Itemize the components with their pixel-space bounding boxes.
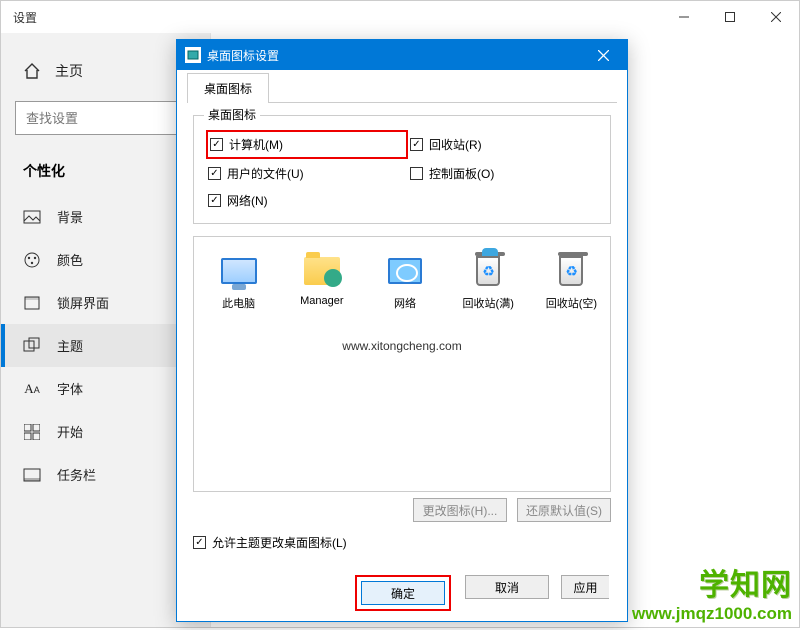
branding-name: 学知网: [632, 560, 792, 604]
checkbox-label: 控制面板(O): [429, 165, 494, 182]
sidebar-item-label: 颜色: [57, 250, 83, 269]
dialog-titlebar[interactable]: 桌面图标设置: [177, 40, 627, 70]
themes-icon: [23, 337, 41, 355]
taskbar-icon: [23, 466, 41, 484]
change-icon-button[interactable]: 更改图标(H)...: [413, 498, 507, 522]
sidebar-item-label: 任务栏: [57, 465, 96, 484]
icon-label: 网络: [394, 295, 416, 311]
tab-desktop-icons[interactable]: 桌面图标: [187, 73, 269, 103]
sidebar-home-label: 主页: [55, 61, 83, 81]
content-watermark: www.xitongcheng.com: [202, 339, 602, 353]
recycle-full-icon: ♻: [468, 251, 508, 291]
recycle-empty-icon: ♻: [551, 251, 591, 291]
ok-button-highlight: 确定: [355, 575, 451, 611]
icon-item-manager[interactable]: Manager: [291, 251, 352, 311]
icon-label: 回收站(空): [546, 295, 597, 311]
maximize-icon: [725, 12, 735, 22]
checkbox-icon: [210, 138, 223, 151]
checkbox-network[interactable]: 网络(N): [208, 192, 394, 209]
close-icon: [598, 50, 609, 61]
checkbox-icon: [193, 536, 206, 549]
palette-icon: [23, 251, 41, 269]
checkbox-label: 回收站(R): [429, 136, 482, 153]
settings-title: 设置: [1, 9, 37, 26]
restore-defaults-button[interactable]: 还原默认值(S): [517, 498, 611, 522]
checkbox-label: 计算机(M): [229, 136, 283, 153]
desktop-icon-dialog: 桌面图标设置 桌面图标 桌面图标 计算机(M) 回收站(R) 用户的文件(U): [176, 39, 628, 622]
lock-icon: [23, 294, 41, 312]
window-controls: [661, 1, 799, 33]
checkbox-icon: [208, 167, 221, 180]
icon-buttons-row: 更改图标(H)... 还原默认值(S): [193, 492, 611, 528]
image-icon: [23, 208, 41, 226]
maximize-button[interactable]: [707, 1, 753, 33]
checkbox-icon: [410, 167, 423, 180]
dialog-title-icon: [185, 47, 201, 63]
checkbox-label: 允许主题更改桌面图标(L): [212, 534, 347, 551]
monitor-icon: [219, 251, 259, 291]
desktop-icons-group: 桌面图标 计算机(M) 回收站(R) 用户的文件(U) 控制面板(O): [193, 115, 611, 224]
close-icon: [771, 12, 781, 22]
dialog-footer: 确定 取消 应用: [187, 565, 617, 621]
start-icon: [23, 423, 41, 441]
group-title: 桌面图标: [204, 106, 260, 123]
dialog-close-button[interactable]: [585, 40, 621, 70]
apply-button[interactable]: 应用: [561, 575, 609, 599]
icons-preview-panel: 此电脑 Manager 网络 ♻ 回收站(满) ♻ 回收站(空): [193, 236, 611, 492]
checkbox-icon: [410, 138, 423, 151]
sidebar-item-label: 主题: [57, 336, 83, 355]
search-input[interactable]: [15, 101, 196, 135]
sidebar-item-label: 背景: [57, 207, 83, 226]
dialog-title: 桌面图标设置: [207, 47, 279, 64]
checkbox-icon: [208, 194, 221, 207]
folder-user-icon: [302, 251, 342, 291]
sidebar-item-label: 锁屏界面: [57, 293, 109, 312]
dialog-body: 桌面图标 计算机(M) 回收站(R) 用户的文件(U) 控制面板(O): [187, 102, 617, 565]
icon-label: 回收站(满): [463, 295, 514, 311]
checkbox-label: 用户的文件(U): [227, 165, 304, 182]
icon-item-recycle-empty[interactable]: ♻ 回收站(空): [541, 251, 602, 311]
icon-grid: 此电脑 Manager 网络 ♻ 回收站(满) ♻ 回收站(空): [202, 251, 602, 311]
icon-item-this-pc[interactable]: 此电脑: [208, 251, 269, 311]
home-icon: [23, 62, 41, 80]
sidebar-item-label: 字体: [57, 379, 83, 398]
checkbox-recycle-bin[interactable]: 回收站(R): [410, 134, 596, 155]
checkbox-label: 网络(N): [227, 192, 268, 209]
icon-item-network[interactable]: 网络: [374, 251, 435, 311]
network-icon: [385, 251, 425, 291]
sidebar-item-label: 开始: [57, 422, 83, 441]
dialog-tabs: 桌面图标: [177, 70, 627, 102]
icon-label: Manager: [300, 295, 343, 307]
checkbox-computer[interactable]: 计算机(M): [206, 130, 408, 159]
icon-label: 此电脑: [222, 295, 255, 311]
cancel-button[interactable]: 取消: [465, 575, 549, 599]
ok-button[interactable]: 确定: [361, 581, 445, 605]
close-button[interactable]: [753, 1, 799, 33]
branding-watermark: 学知网 www.jmqz1000.com: [620, 554, 802, 630]
checkbox-grid: 计算机(M) 回收站(R) 用户的文件(U) 控制面板(O) 网络(N): [208, 134, 596, 209]
checkbox-control-panel[interactable]: 控制面板(O): [410, 165, 596, 182]
branding-url: www.jmqz1000.com: [632, 604, 792, 624]
icon-item-recycle-full[interactable]: ♻ 回收站(满): [458, 251, 519, 311]
font-icon: AA: [23, 380, 41, 398]
minimize-icon: [679, 12, 689, 22]
checkbox-user-files[interactable]: 用户的文件(U): [208, 165, 394, 182]
minimize-button[interactable]: [661, 1, 707, 33]
allow-themes-checkbox[interactable]: 允许主题更改桌面图标(L): [193, 528, 611, 561]
settings-titlebar: 设置: [1, 1, 799, 33]
